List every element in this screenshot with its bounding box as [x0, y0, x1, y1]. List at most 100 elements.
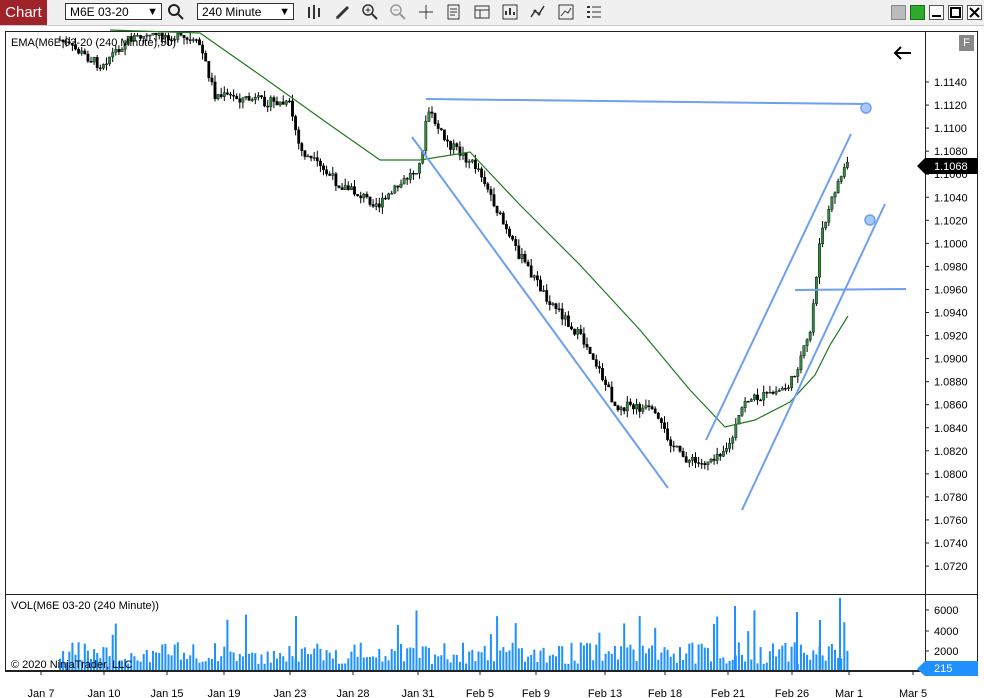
- volume-bar: [238, 654, 241, 670]
- candle-body: [443, 129, 446, 141]
- down-trendline-drawing[interactable]: [411, 136, 669, 489]
- candle-body: [288, 100, 291, 103]
- volume-bar: [344, 663, 347, 670]
- volume-bar: [195, 658, 198, 670]
- anchor-handle[interactable]: [864, 214, 876, 226]
- volume-bar: [762, 663, 765, 670]
- candle-body: [235, 95, 239, 99]
- candle-body: [387, 193, 390, 200]
- candle-body: [315, 157, 319, 162]
- volume-axis: 6000 4000 2000: [925, 605, 958, 658]
- candle-body: [492, 194, 496, 207]
- candle-body: [749, 399, 753, 402]
- chart-frame: [5, 31, 978, 671]
- candle-body: [635, 403, 639, 410]
- time-tick-label: Jan 15: [150, 688, 183, 698]
- volume-bar: [313, 648, 316, 670]
- volume-bar: [514, 623, 517, 670]
- candle-body: [247, 96, 251, 101]
- f-badge[interactable]: F: [959, 35, 974, 51]
- candle-body: [204, 53, 208, 62]
- candle-body: [756, 394, 759, 401]
- candle-body: [281, 101, 285, 105]
- candle-body: [198, 39, 201, 46]
- level-line-drawing[interactable]: [794, 288, 907, 291]
- candle-body: [526, 261, 530, 266]
- candle-body: [297, 129, 301, 144]
- candle-body: [498, 212, 502, 215]
- volume-indicator-label[interactable]: VOL(M6E 03-20 (240 Minute)): [11, 600, 159, 612]
- volume-bar: [139, 661, 142, 670]
- volume-bar: [542, 647, 545, 670]
- volume-bar: [446, 659, 449, 670]
- candle-body: [390, 192, 394, 195]
- price-tick-label: 1.0920: [934, 331, 968, 343]
- volume-bar: [424, 646, 427, 670]
- volume-bar: [669, 656, 672, 670]
- candle-body: [678, 445, 682, 452]
- volume-bar: [155, 652, 158, 670]
- candle-body: [523, 254, 527, 263]
- candle-body: [718, 454, 722, 457]
- volume-bar: [660, 652, 663, 670]
- volume-bar: [629, 644, 632, 670]
- candle-body: [225, 92, 229, 95]
- volume-bar: [375, 657, 378, 670]
- candle-body: [824, 221, 828, 229]
- volume-bar: [728, 661, 731, 670]
- volume-bar: [288, 646, 291, 670]
- candle-body: [554, 303, 558, 309]
- time-tick-label: Feb 5: [466, 688, 494, 698]
- volume-bar: [378, 648, 381, 670]
- candle-body: [604, 379, 608, 385]
- price-tick-label: 1.0960: [934, 284, 968, 296]
- candle-body: [359, 195, 363, 199]
- volume-bar: [319, 648, 322, 670]
- price-tick-label: 1.0720: [934, 561, 968, 573]
- candle-body: [839, 176, 843, 182]
- volume-bar: [582, 645, 585, 670]
- anchor-handle[interactable]: [860, 102, 872, 114]
- channel-lower-drawing[interactable]: [741, 203, 886, 511]
- candle-body: [325, 169, 328, 175]
- volume-bar: [657, 659, 660, 670]
- horizontal-ray-drawing[interactable]: [425, 98, 867, 105]
- drawings[interactable]: [411, 98, 907, 511]
- volume-bar: [626, 647, 629, 670]
- volume-bar: [254, 653, 257, 670]
- price-tick-label: 1.0900: [934, 354, 968, 366]
- volume-bar: [161, 644, 164, 670]
- candle-body: [563, 315, 567, 320]
- volume-tick-label: 2000: [934, 646, 958, 658]
- candle-body: [594, 359, 598, 367]
- volume-bar: [331, 658, 334, 670]
- volume-bar: [793, 642, 796, 670]
- volume-bar: [499, 650, 502, 670]
- volume-bar: [827, 646, 830, 670]
- ema-indicator-label[interactable]: EMA(M6E 03-20 (240 Minute),50): [11, 37, 176, 49]
- channel-upper-drawing[interactable]: [705, 133, 852, 441]
- candle-body: [529, 265, 533, 278]
- volume-bar: [620, 646, 623, 670]
- candle-body: [210, 77, 214, 83]
- candle-body: [700, 463, 704, 465]
- volume-bar: [737, 642, 740, 670]
- volume-bar: [589, 643, 592, 670]
- volume-bar: [530, 654, 533, 670]
- volume-bar: [164, 643, 167, 670]
- candle-body: [511, 236, 514, 240]
- candle-body: [520, 254, 524, 259]
- volume-bar: [295, 616, 297, 670]
- volume-bar: [756, 663, 759, 670]
- candle-body: [396, 185, 400, 188]
- candle-body: [229, 94, 232, 96]
- candle-body: [641, 407, 645, 412]
- volume-bar: [449, 662, 452, 670]
- chart-canvas[interactable]: 1.11401.11201.11001.10801.10601.10401.10…: [0, 0, 984, 698]
- candle-body: [275, 101, 279, 106]
- candle-body: [350, 186, 353, 191]
- candle-body: [830, 196, 834, 210]
- candle-body: [691, 457, 694, 461]
- volume-bar: [269, 662, 272, 670]
- back-arrow-icon[interactable]: [893, 46, 911, 60]
